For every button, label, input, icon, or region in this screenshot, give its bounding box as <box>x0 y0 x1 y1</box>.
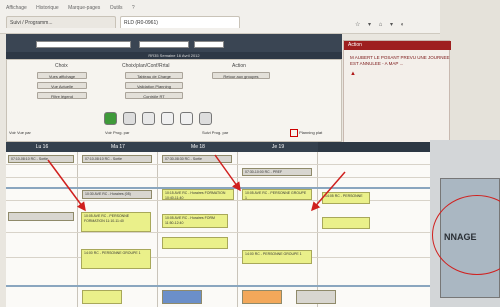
annotation-arrow <box>214 154 241 192</box>
annotation-arrow <box>47 159 86 212</box>
annotation-arrows <box>47 154 346 212</box>
annotation-arrow <box>311 171 346 212</box>
